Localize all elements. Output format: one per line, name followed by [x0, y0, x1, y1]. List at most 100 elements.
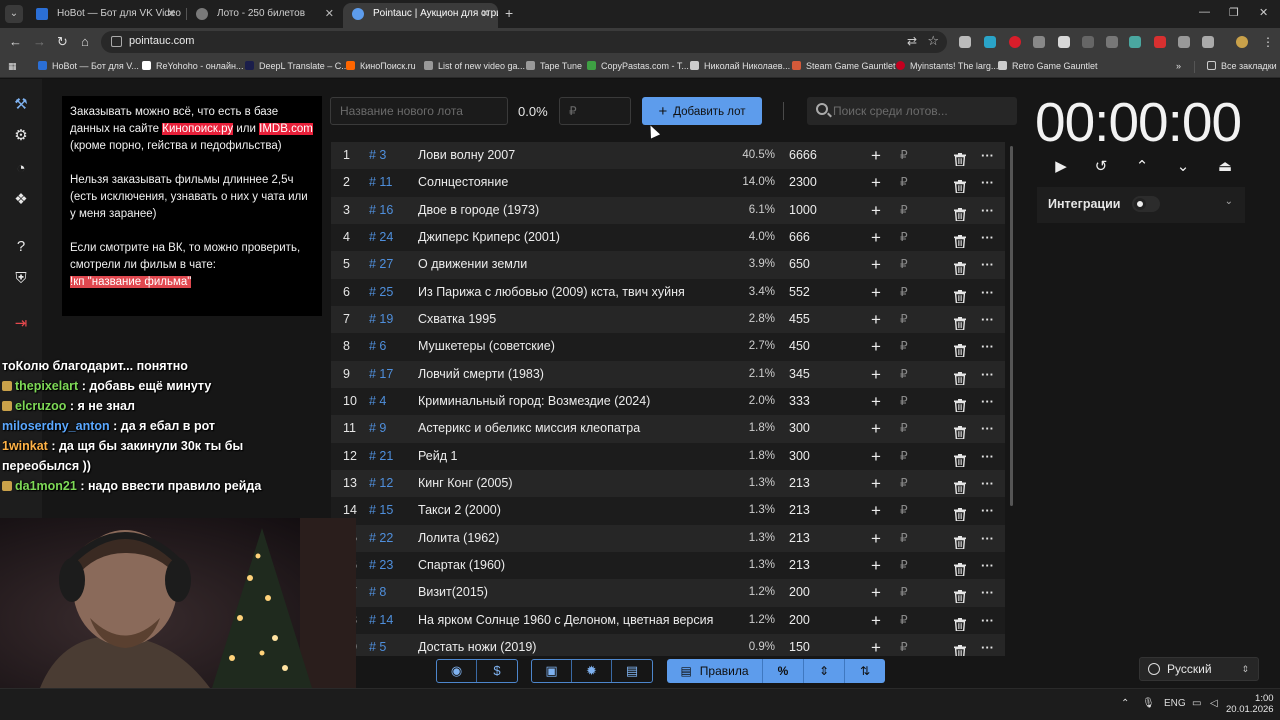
lot-amount[interactable]: 455	[789, 306, 810, 333]
reset-timer-icon[interactable]: ↺	[1091, 157, 1111, 177]
extension-icon[interactable]	[1082, 36, 1094, 48]
lot-amount[interactable]: 6666	[789, 142, 817, 169]
settings-gear-icon[interactable]: ⚙	[11, 126, 31, 146]
lot-name[interactable]: На ярком Солнце 1960 с Делоном, цветная …	[418, 607, 713, 634]
add-to-lot-button[interactable]: +	[871, 388, 881, 415]
more-bookmarks-icon[interactable]: »	[1176, 61, 1181, 71]
add-to-lot-button[interactable]: +	[871, 497, 881, 524]
bookmark-nikolay[interactable]: Николай Николаев...	[690, 61, 790, 71]
lot-search-input[interactable]	[833, 97, 1013, 125]
bookmark-hobot[interactable]: HoBot — Бот для V...	[38, 61, 139, 71]
restore-window-icon[interactable]: ❐	[1229, 6, 1239, 19]
extension-icon[interactable]	[1009, 36, 1021, 48]
site-info-icon[interactable]	[111, 36, 122, 47]
lot-name[interactable]: О движении земли	[418, 251, 527, 278]
add-to-lot-button[interactable]: +	[871, 552, 881, 579]
delete-lot-trash-icon[interactable]	[954, 477, 966, 495]
add-to-lot-button[interactable]: +	[871, 169, 881, 196]
lot-more-options-icon[interactable]: ···	[981, 552, 994, 579]
lot-more-options-icon[interactable]: ···	[981, 306, 994, 333]
lot-more-options-icon[interactable]: ···	[981, 251, 994, 278]
microphone-icon[interactable]: 🎙	[1142, 698, 1155, 709]
save-icon[interactable]: ▣	[532, 660, 572, 682]
browser-tab-pointauc[interactable]: Pointauc | Аукцион для стримеров ✕	[343, 3, 498, 28]
extension-icon[interactable]	[1058, 36, 1070, 48]
lot-name[interactable]: Из Парижа с любовью (2009) кста, твич ху…	[418, 279, 685, 306]
close-tab-icon[interactable]: ✕	[325, 3, 334, 25]
lot-amount[interactable]: 650	[789, 251, 810, 278]
add-to-lot-button[interactable]: +	[871, 251, 881, 278]
integrations-panel[interactable]: Интеграции ⌄	[1037, 187, 1245, 223]
minimize-window-icon[interactable]: —	[1199, 6, 1210, 18]
add-to-lot-button[interactable]: +	[871, 142, 881, 169]
home-icon[interactable]: ⌂	[81, 34, 89, 49]
bookmark-steam-game-gauntlet[interactable]: Steam Game Gauntlet	[792, 61, 896, 71]
add-to-lot-button[interactable]: +	[871, 306, 881, 333]
bug-report-icon[interactable]: ✹	[572, 660, 612, 682]
extension-icon[interactable]	[1033, 36, 1045, 48]
address-bar[interactable]: pointauc.com ⇄ ☆	[101, 31, 947, 53]
new-lot-amount-input[interactable]	[559, 97, 631, 125]
close-tab-icon[interactable]: ✕	[167, 3, 176, 25]
compact-view-icon[interactable]: ⇕	[804, 659, 845, 683]
integrations-toggle[interactable]	[1132, 196, 1160, 212]
delete-lot-trash-icon[interactable]	[954, 204, 966, 222]
extension-icon[interactable]	[984, 36, 996, 48]
lot-name[interactable]: Криминальный город: Возмездие (2024)	[418, 388, 650, 415]
lot-more-options-icon[interactable]: ···	[981, 470, 994, 497]
add-to-lot-button[interactable]: +	[871, 607, 881, 634]
browser-tab-loto[interactable]: Лото - 250 билетов ✕	[187, 3, 342, 28]
close-tab-icon[interactable]: ✕	[481, 3, 490, 25]
lot-amount[interactable]: 200	[789, 607, 810, 634]
extension-icon[interactable]	[1154, 36, 1166, 48]
network-icon[interactable]: ▭	[1192, 698, 1201, 709]
lot-amount[interactable]: 345	[789, 361, 810, 388]
extension-icon[interactable]	[1178, 36, 1190, 48]
language-select[interactable]: Русский ⇕	[1139, 657, 1259, 681]
delete-lot-trash-icon[interactable]	[954, 286, 966, 304]
timer-eject-icon[interactable]: ⏏	[1215, 157, 1235, 177]
apps-grid-icon[interactable]: ▦	[8, 61, 17, 72]
delete-lot-trash-icon[interactable]	[954, 614, 966, 632]
lot-name[interactable]: Мушкетеры (советские)	[418, 333, 555, 360]
lot-amount[interactable]: 450	[789, 333, 810, 360]
bookmark-reyohoho[interactable]: ReYohoho - онлайн...	[142, 61, 243, 71]
bookmark-myinstants[interactable]: Myinstants! The larg...	[896, 61, 998, 71]
new-tab-button[interactable]: +	[505, 5, 513, 21]
lot-more-options-icon[interactable]: ···	[981, 497, 994, 524]
lot-amount[interactable]: 666	[789, 224, 810, 251]
profile-avatar[interactable]	[1236, 36, 1248, 48]
bookmark-new-video-games[interactable]: List of new video ga...	[424, 61, 525, 71]
layers-icon[interactable]: ❖	[11, 190, 31, 210]
bookmark-kinopoisk[interactable]: КиноПоиск.ru	[346, 61, 416, 71]
lot-more-options-icon[interactable]: ···	[981, 169, 994, 196]
lot-name[interactable]: Ловчий смерти (1983)	[418, 361, 544, 388]
tray-chevron-up-icon[interactable]: ⌃	[1121, 698, 1129, 709]
lot-more-options-icon[interactable]: ···	[981, 579, 994, 606]
forward-arrow-icon[interactable]: →	[33, 34, 46, 49]
delete-lot-trash-icon[interactable]	[954, 231, 966, 249]
lot-amount[interactable]: 200	[789, 579, 810, 606]
extension-icon[interactable]	[959, 36, 971, 48]
translate-icon[interactable]: ⇄	[907, 34, 917, 48]
lots-scrollbar[interactable]	[1010, 146, 1013, 506]
taskbar-clock[interactable]: 1:00 20.01.2026	[1226, 693, 1274, 715]
lot-more-options-icon[interactable]: ···	[981, 415, 994, 442]
lot-name[interactable]: Схватка 1995	[418, 306, 496, 333]
shield-check-icon[interactable]: ⛨	[11, 269, 31, 289]
bookmark-retro-game-gauntlet[interactable]: Retro Game Gauntlet	[998, 61, 1098, 71]
extension-icon[interactable]	[1129, 36, 1141, 48]
add-to-lot-button[interactable]: +	[871, 415, 881, 442]
close-window-icon[interactable]: ✕	[1259, 6, 1268, 19]
browser-menu-icon[interactable]: ⋮	[1262, 36, 1274, 48]
lot-amount[interactable]: 213	[789, 552, 810, 579]
lot-amount[interactable]: 300	[789, 443, 810, 470]
percent-toggle-button[interactable]: %	[763, 659, 804, 683]
new-lot-name-input[interactable]	[330, 97, 508, 125]
lot-name[interactable]: Лови волну 2007	[418, 142, 515, 169]
lot-name[interactable]: Кинг Конг (2005)	[418, 470, 513, 497]
bookmark-deepl[interactable]: DeepL Translate – C...	[245, 61, 349, 71]
delete-lot-trash-icon[interactable]	[954, 395, 966, 413]
chevron-down-icon[interactable]: ⌄	[1225, 196, 1233, 207]
increase-time-icon[interactable]: ⌃	[1132, 157, 1152, 177]
